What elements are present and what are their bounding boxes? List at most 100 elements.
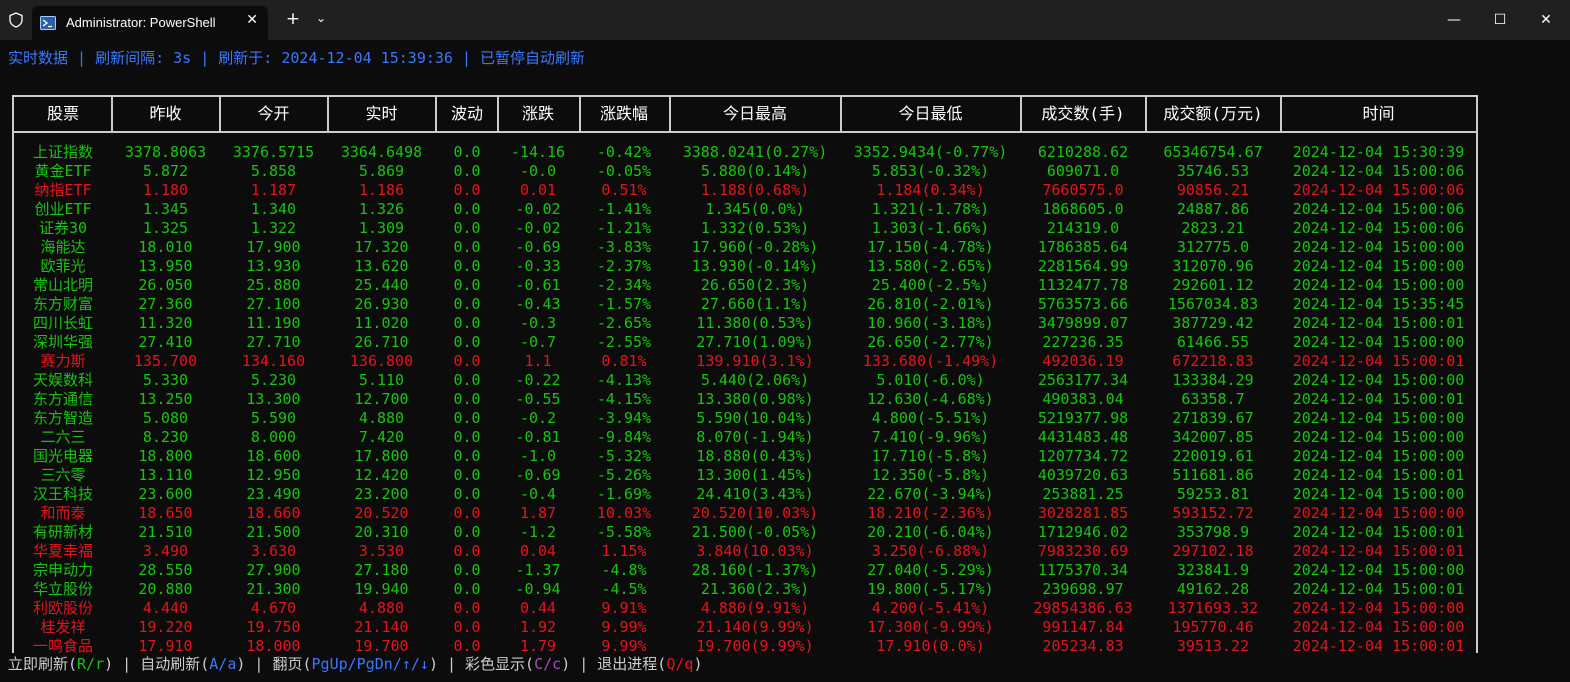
cell-turnover: 312775.0 [1176, 238, 1250, 256]
cell-time: 2024-12-04 15:00:00 [1292, 238, 1465, 256]
cell-turnover: 39513.22 [1176, 637, 1250, 655]
column-header-change: 涨跌 [521, 104, 554, 123]
cell-day-low: 12.630(-4.68%) [867, 390, 994, 408]
cell-change: -1.2 [519, 523, 557, 541]
cell-open: 1.322 [250, 219, 297, 237]
table-row: 有研新材 21.510 21.500 20.310 0.0 -1.2 -5.58% 21.50… [14, 523, 1476, 542]
cell-current: 5.869 [358, 162, 405, 180]
maximize-button[interactable]: ☐ [1477, 0, 1523, 40]
cell-change: 1.87 [519, 504, 557, 522]
cell-day-low: 26.810(-2.01%) [867, 295, 994, 313]
cell-change-pct: -4.15% [596, 390, 652, 408]
cell-current: 12.700 [354, 390, 409, 408]
quit-label: ) | 退出进程( [561, 655, 667, 673]
cell-time: 2024-12-04 15:00:01 [1292, 523, 1465, 541]
cell-volatility: 0.0 [453, 485, 481, 503]
cell-time: 2024-12-04 15:00:00 [1292, 599, 1465, 617]
cell-change-pct: 9.91% [601, 599, 647, 617]
refresh-hotkey[interactable]: R/r [77, 655, 104, 673]
cell-open: 21.300 [246, 580, 301, 598]
cell-day-high: 1.345(0.0%) [705, 200, 805, 218]
cell-open: 17.900 [246, 238, 301, 256]
color-mode-hotkey[interactable]: C/c [534, 655, 561, 673]
cell-volume-lots: 2281564.99 [1037, 257, 1129, 275]
quit-hotkey[interactable]: Q/q [666, 655, 693, 673]
tab-title: Administrator: PowerShell [66, 15, 216, 30]
cell-prev-close: 3378.8063 [124, 143, 207, 161]
cell-volatility: 0.0 [453, 143, 481, 161]
cell-change: -0.2 [519, 409, 557, 427]
close-window-button[interactable]: ✕ [1523, 0, 1569, 40]
new-tab-button[interactable]: + [282, 9, 304, 29]
cell-day-low: 19.800(-5.17%) [867, 580, 994, 598]
cell-open: 3.630 [250, 542, 297, 560]
cell-volume-lots: 1175370.34 [1037, 561, 1129, 579]
cell-change: -0.81 [515, 428, 561, 446]
cell-prev-close: 18.650 [138, 504, 193, 522]
cell-stock-name: 桂发祥 [40, 618, 86, 636]
chevron-down-icon[interactable]: ⌄ [311, 11, 331, 25]
cell-turnover: 61466.55 [1176, 333, 1250, 351]
cell-turnover: 63358.7 [1181, 390, 1245, 408]
cell-change: -1.37 [515, 561, 561, 579]
header-separator [435, 95, 437, 133]
cell-change-pct: -2.34% [596, 276, 652, 294]
cell-day-low: 1.303(-1.66%) [871, 219, 990, 237]
cell-prev-close: 3.490 [142, 542, 189, 560]
cell-time: 2024-12-04 15:00:06 [1292, 200, 1465, 218]
cell-change: -0.02 [515, 219, 561, 237]
header-separator [1280, 95, 1282, 133]
cell-change-pct: -3.94% [596, 409, 652, 427]
cell-volatility: 0.0 [453, 200, 481, 218]
cell-change: -0.69 [515, 466, 561, 484]
table-row: 深圳华强 27.410 27.710 26.710 0.0 -0.7 -2.55% 27.71… [14, 333, 1476, 352]
table-row: 上证指数 3378.8063 3376.5715 3364.6498 0.0 -14.16… [14, 143, 1476, 162]
cell-change-pct: -4.8% [601, 561, 647, 579]
cell-open: 25.880 [246, 276, 301, 294]
cell-day-high: 3.840(10.03%) [696, 542, 814, 560]
cell-change-pct: -2.37% [596, 257, 652, 275]
cell-stock-name: 赛力斯 [40, 352, 86, 370]
cell-day-high: 27.660(1.1%) [700, 295, 810, 313]
cell-open: 27.710 [246, 333, 301, 351]
column-header-change-pct: 涨跌幅 [599, 104, 648, 123]
cell-time: 2024-12-04 15:00:06 [1292, 219, 1465, 237]
cell-turnover: 271839.67 [1172, 409, 1254, 427]
cell-day-low: 3352.9434(-0.77%) [853, 143, 1008, 161]
cell-prev-close: 27.360 [138, 295, 193, 313]
cell-open: 5.230 [250, 371, 297, 389]
cell-volume-lots: 1132477.78 [1037, 276, 1129, 294]
cell-volume-lots: 7660575.0 [1042, 181, 1124, 199]
cell-volume-lots: 991147.84 [1042, 618, 1124, 636]
table-row: 利欧股份 4.440 4.670 4.880 0.0 0.44 9.91% 4.880(9.9… [14, 599, 1476, 618]
cell-change: 0.01 [519, 181, 557, 199]
cell-time: 2024-12-04 15:30:39 [1292, 143, 1465, 161]
table-row: 三六零 13.110 12.950 12.420 0.0 -0.69 -5.26% 13.30… [14, 466, 1476, 485]
auto-refresh-hotkey[interactable]: A/a [209, 655, 236, 673]
cell-change-pct: -2.55% [596, 333, 652, 351]
tab-powershell[interactable]: Administrator: PowerShell ✕ [32, 6, 268, 40]
close-tab-icon[interactable]: ✕ [246, 12, 258, 28]
cell-open: 3376.5715 [232, 143, 315, 161]
table-row: 纳指ETF 1.180 1.187 1.186 0.0 0.01 0.51% 1.188(0.… [14, 181, 1476, 200]
cell-change-pct: -2.65% [596, 314, 652, 332]
auto-refresh-label: ) | 自动刷新( [104, 655, 210, 673]
cell-stock-name: 创业ETF [34, 200, 92, 218]
cell-turnover: 292601.12 [1172, 276, 1254, 294]
column-header-time: 时间 [1362, 104, 1395, 123]
cell-time: 2024-12-04 15:00:01 [1292, 314, 1465, 332]
cell-time: 2024-12-04 15:00:00 [1292, 409, 1465, 427]
cell-turnover: 90856.21 [1176, 181, 1250, 199]
cell-prev-close: 21.510 [138, 523, 193, 541]
cell-open: 8.000 [250, 428, 297, 446]
paging-hotkey[interactable]: PgUp/PgDn/↑/↓ [312, 655, 429, 673]
cell-day-low: 26.650(-2.77%) [867, 333, 994, 351]
minimize-button[interactable]: — [1431, 0, 1477, 40]
cell-volatility: 0.0 [453, 162, 481, 180]
cell-current: 5.110 [358, 371, 405, 389]
header-separator [669, 95, 671, 133]
cell-current: 12.420 [354, 466, 409, 484]
cell-stock-name: 华立股份 [32, 580, 93, 598]
header-separator [497, 95, 499, 133]
cell-time: 2024-12-04 15:00:01 [1292, 352, 1465, 370]
